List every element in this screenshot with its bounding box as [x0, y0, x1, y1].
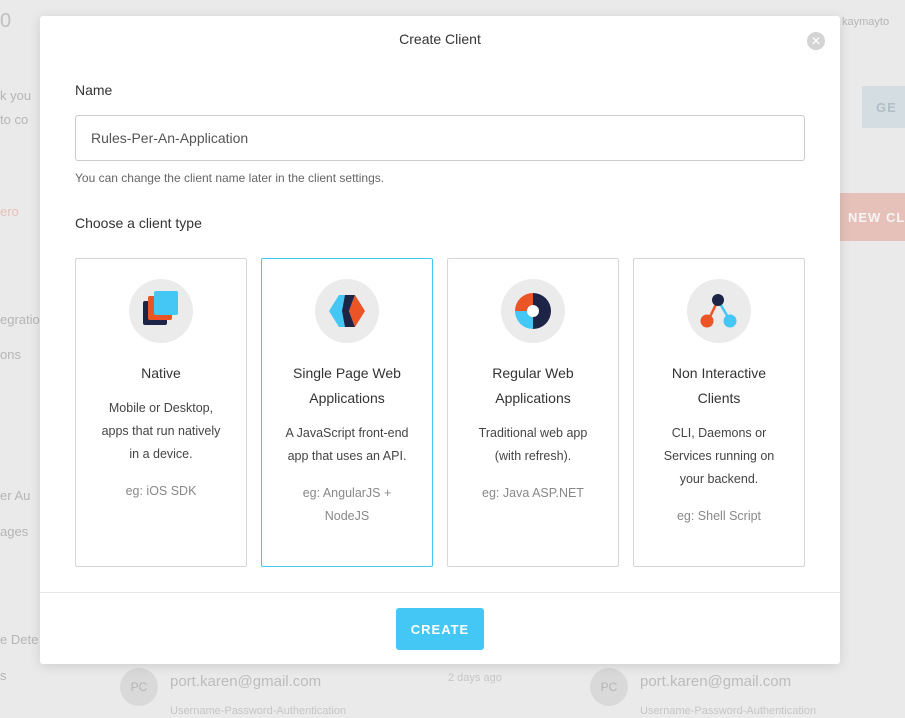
client-type-label: Choose a client type	[75, 215, 202, 231]
client-name-input[interactable]	[75, 115, 805, 161]
card-title: Native	[141, 365, 181, 381]
create-client-dialog: Create Client ✕ Name You can change the …	[40, 16, 840, 664]
card-description: Mobile or Desktop, apps that run nativel…	[101, 401, 221, 461]
card-description: CLI, Daemons or Services running on your…	[663, 426, 775, 486]
card-title: Regular Web Applications	[492, 365, 574, 406]
client-type-non-interactive[interactable]: Non Interactive Clients CLI, Daemons or …	[633, 258, 805, 567]
card-example: eg: Java ASP.NET	[482, 486, 584, 500]
card-example: eg: AngularJS + NodeJS	[302, 486, 392, 523]
card-description: A JavaScript front-end app that uses an …	[285, 426, 409, 463]
card-title: Non Interactive Clients	[671, 365, 767, 406]
name-label: Name	[75, 82, 113, 98]
name-help-text: You can change the client name later in …	[75, 171, 385, 185]
dialog-title: Create Client	[399, 31, 481, 47]
client-type-native[interactable]: Native Mobile or Desktop, apps that run …	[75, 258, 247, 567]
client-type-regular-web[interactable]: Regular Web Applications Traditional web…	[447, 258, 619, 567]
card-example: eg: iOS SDK	[125, 484, 197, 498]
footer-divider	[40, 592, 840, 593]
non-interactive-client-icon	[687, 279, 751, 343]
card-title: Single Page Web Applications	[293, 365, 401, 406]
client-type-spa[interactable]: Single Page Web Applications A JavaScrip…	[261, 258, 433, 567]
regular-web-app-icon	[501, 279, 565, 343]
spa-icon	[315, 279, 379, 343]
card-description: Traditional web app (with refresh).	[478, 426, 588, 463]
native-app-icon	[129, 279, 193, 343]
card-example: eg: Shell Script	[676, 509, 762, 523]
close-icon[interactable]: ✕	[807, 32, 825, 50]
create-button[interactable]: CREATE	[396, 608, 484, 650]
